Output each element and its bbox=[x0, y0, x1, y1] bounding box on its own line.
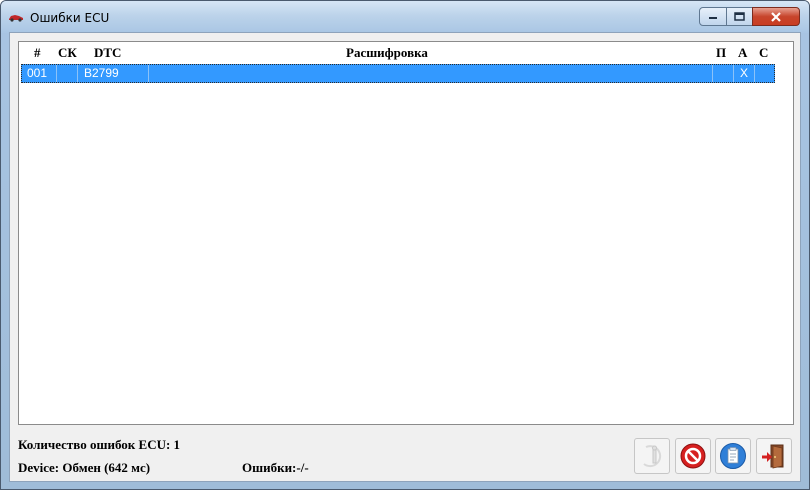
exit-button[interactable] bbox=[756, 438, 792, 474]
maximize-button[interactable] bbox=[726, 7, 753, 26]
stop-icon bbox=[680, 443, 706, 469]
errors-status-label: Ошибки:-/- bbox=[242, 460, 309, 475]
col-header-num[interactable]: # bbox=[34, 45, 41, 61]
column-separator bbox=[77, 65, 78, 82]
errors-table[interactable]: # СК DTC Расшифровка П А С 001 B2799 X bbox=[18, 41, 794, 425]
col-header-c[interactable]: С bbox=[759, 45, 768, 61]
client-area: # СК DTC Расшифровка П А С 001 B2799 X К… bbox=[9, 32, 801, 482]
table-header: # СК DTC Расшифровка П А С bbox=[19, 42, 793, 64]
clipboard-icon bbox=[720, 443, 746, 469]
close-icon bbox=[771, 11, 781, 22]
title-bar[interactable]: Ошибки ECU bbox=[1, 1, 809, 33]
column-separator bbox=[754, 65, 755, 82]
minimize-icon bbox=[709, 16, 717, 19]
cell-num: 001 bbox=[27, 66, 48, 80]
timer-button[interactable] bbox=[634, 438, 670, 474]
close-button[interactable] bbox=[752, 7, 800, 26]
col-header-dtc[interactable]: DTC bbox=[94, 45, 121, 61]
column-separator bbox=[712, 65, 713, 82]
stop-button[interactable] bbox=[675, 438, 711, 474]
table-row[interactable]: 001 B2799 X bbox=[21, 64, 775, 83]
col-header-ck[interactable]: СК bbox=[58, 45, 77, 61]
column-separator bbox=[733, 65, 734, 82]
window-title: Ошибки ECU bbox=[30, 11, 110, 25]
column-separator bbox=[56, 65, 57, 82]
col-header-description[interactable]: Расшифровка bbox=[346, 45, 428, 61]
column-separator bbox=[148, 65, 149, 82]
exit-door-icon bbox=[762, 444, 784, 469]
maximize-icon bbox=[734, 12, 745, 21]
device-status-label: Device: Обмен (642 мс) bbox=[18, 460, 151, 475]
copy-button[interactable] bbox=[715, 438, 751, 474]
cell-dtc: B2799 bbox=[84, 66, 119, 80]
car-app-icon bbox=[9, 15, 23, 22]
cell-a: X bbox=[740, 66, 749, 80]
minimize-button[interactable] bbox=[699, 7, 727, 26]
error-count-label: Количество ошибок ECU: 1 bbox=[18, 437, 181, 452]
ecu-errors-window: Ошибки ECU # СК DTC Расшифровка П А С 00… bbox=[0, 0, 810, 490]
col-header-a[interactable]: А bbox=[738, 45, 747, 61]
timer-icon bbox=[643, 445, 662, 468]
col-header-p[interactable]: П bbox=[716, 45, 726, 61]
